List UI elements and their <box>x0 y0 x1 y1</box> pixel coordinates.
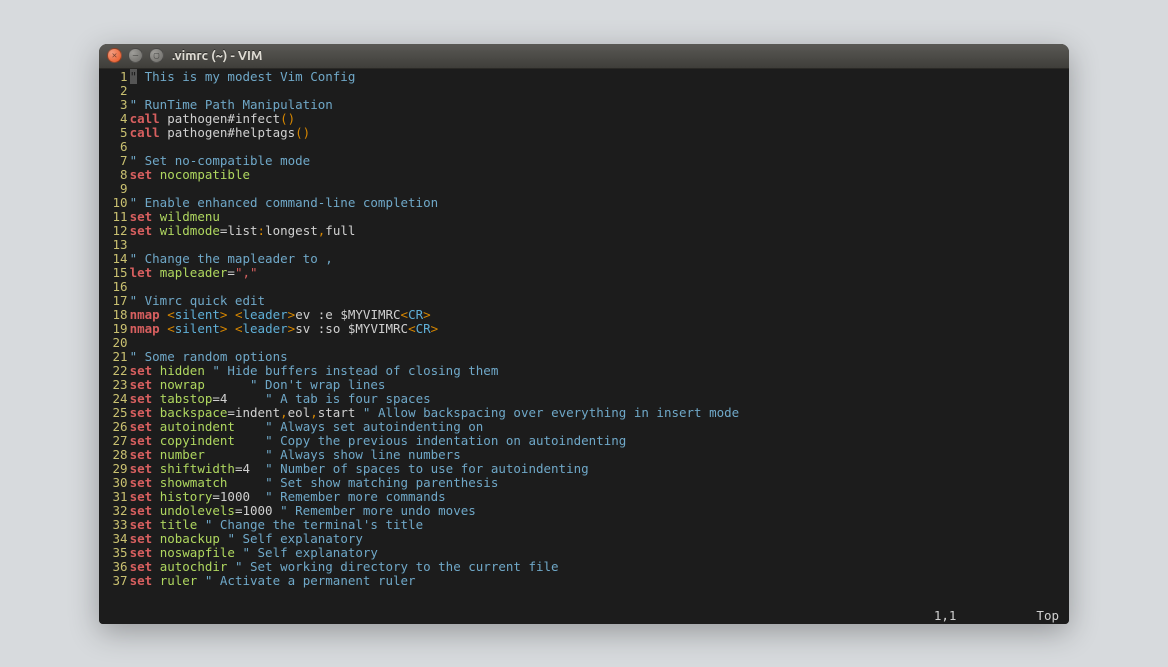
code-line: set nobackup " Self explanatory <box>130 532 1069 546</box>
code-line: call pathogen#infect() <box>130 112 1069 126</box>
code-line: set tabstop=4 " A tab is four spaces <box>130 392 1069 406</box>
code-line: " Set no-compatible mode <box>130 154 1069 168</box>
code-line: " RunTime Path Manipulation <box>130 98 1069 112</box>
code-line: set nowrap " Don't wrap lines <box>130 378 1069 392</box>
code-line: set noswapfile " Self explanatory <box>130 546 1069 560</box>
code-line <box>130 84 1069 98</box>
code-line: set ruler " Activate a permanent ruler <box>130 574 1069 588</box>
code-line: nmap <silent> <leader>ev :e $MYVIMRC<CR> <box>130 308 1069 322</box>
code-line: set backspace=indent,eol,start " Allow b… <box>130 406 1069 420</box>
minimize-icon[interactable]: ‒ <box>128 48 143 63</box>
code-line <box>130 336 1069 350</box>
vim-window: ✕ ‒ ▢ .vimrc (~) - VIM 1 2 3 4 5 6 7 8 9… <box>99 44 1069 624</box>
code-line: set autoindent " Always set autoindentin… <box>130 420 1069 434</box>
code-line: set undolevels=1000 " Remember more undo… <box>130 504 1069 518</box>
code-line: let mapleader="," <box>130 266 1069 280</box>
code-line: set showmatch " Set show matching parent… <box>130 476 1069 490</box>
code-line: set hidden " Hide buffers instead of clo… <box>130 364 1069 378</box>
close-icon[interactable]: ✕ <box>107 48 122 63</box>
scroll-position: Top <box>1036 608 1059 623</box>
code-line: set shiftwidth=4 " Number of spaces to u… <box>130 462 1069 476</box>
code-line: set nocompatible <box>130 168 1069 182</box>
code-line: nmap <silent> <leader>sv :so $MYVIMRC<CR… <box>130 322 1069 336</box>
code-content[interactable]: " This is my modest Vim Config " RunTime… <box>130 70 1069 624</box>
code-line: call pathogen#helptags() <box>130 126 1069 140</box>
code-line <box>130 238 1069 252</box>
code-line: " Change the mapleader to , <box>130 252 1069 266</box>
code-line <box>130 140 1069 154</box>
window-title: .vimrc (~) - VIM <box>172 49 262 63</box>
code-line <box>130 280 1069 294</box>
maximize-icon[interactable]: ▢ <box>149 48 164 63</box>
code-line: set title " Change the terminal's title <box>130 518 1069 532</box>
cursor-position: 1,1 <box>934 608 957 623</box>
code-line: set number " Always show line numbers <box>130 448 1069 462</box>
window-buttons: ✕ ‒ ▢ <box>107 48 164 63</box>
code-line: set history=1000 " Remember more command… <box>130 490 1069 504</box>
code-line: set wildmode=list:longest,full <box>130 224 1069 238</box>
code-line: " Vimrc quick edit <box>130 294 1069 308</box>
code-line: set autochdir " Set working directory to… <box>130 560 1069 574</box>
editor-area[interactable]: 1 2 3 4 5 6 7 8 9 10 11 12 13 14 15 16 1… <box>99 69 1069 624</box>
code-line: " Some random options <box>130 350 1069 364</box>
code-line: " This is my modest Vim Config <box>130 70 1069 84</box>
code-line <box>130 182 1069 196</box>
code-line: set wildmenu <box>130 210 1069 224</box>
line-number-gutter: 1 2 3 4 5 6 7 8 9 10 11 12 13 14 15 16 1… <box>99 70 130 624</box>
cursor: " <box>130 69 138 84</box>
ruler-status: 1,1 Top <box>934 609 1059 624</box>
titlebar[interactable]: ✕ ‒ ▢ .vimrc (~) - VIM <box>99 44 1069 69</box>
code-line: " Enable enhanced command-line completio… <box>130 196 1069 210</box>
code-line: set copyindent " Copy the previous inden… <box>130 434 1069 448</box>
